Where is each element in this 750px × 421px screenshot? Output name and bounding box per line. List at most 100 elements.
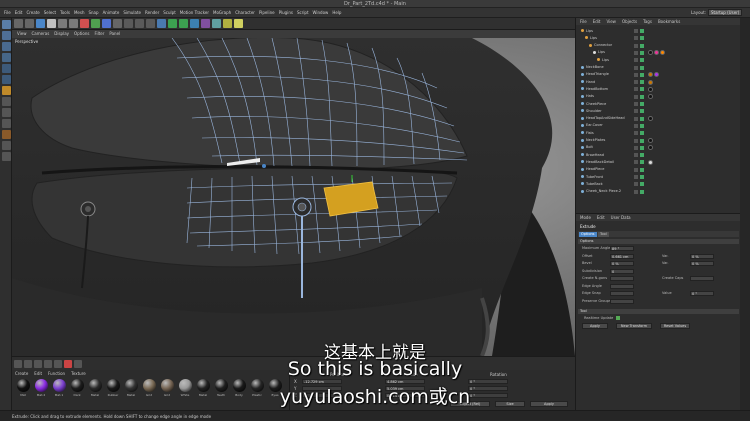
object-row[interactable]: NeckPlates — [576, 138, 741, 144]
axis-icon[interactable] — [1, 97, 11, 106]
enable-toggle[interactable] — [640, 116, 644, 121]
object-row[interactable]: HeadBottom — [576, 86, 741, 92]
menu-tools[interactable]: Tools — [60, 10, 70, 15]
floor-icon[interactable] — [212, 19, 221, 28]
object-row[interactable]: Cheek_Neck Piece.2 — [576, 189, 741, 195]
visibility-toggle[interactable] — [634, 87, 638, 92]
visibility-toggle[interactable] — [634, 109, 638, 114]
edges-mode-icon[interactable] — [1, 75, 11, 84]
menu-pipeline[interactable]: Pipeline — [259, 10, 275, 15]
visibility-toggle[interactable] — [634, 29, 638, 33]
attribute-value-field[interactable]: 0 % — [690, 253, 714, 259]
menu-animate[interactable]: Animate — [103, 10, 120, 15]
object-tag-icon[interactable] — [648, 79, 653, 85]
tweak-icon[interactable] — [1, 108, 11, 117]
undo-icon[interactable] — [14, 19, 23, 28]
enable-toggle[interactable] — [640, 160, 644, 165]
enable-toggle[interactable] — [640, 153, 644, 158]
apply-button[interactable]: Apply — [582, 323, 608, 329]
attribute-menu-user-data[interactable]: User Data — [611, 215, 631, 220]
menu-mograph[interactable]: MoGraph — [213, 10, 231, 15]
attribute-value-field[interactable]: 89 ° — [610, 246, 634, 251]
object-row[interactable]: TubeFront — [576, 174, 741, 180]
menu-edit[interactable]: Edit — [15, 10, 23, 15]
object-row[interactable]: Hats — [576, 94, 741, 100]
visibility-toggle[interactable] — [634, 80, 638, 85]
object-tag-icon[interactable] — [648, 145, 653, 151]
camera-icon[interactable] — [223, 19, 232, 28]
enable-toggle[interactable] — [640, 109, 644, 114]
planar-icon[interactable] — [1, 152, 11, 161]
viewport-menu-view[interactable]: View — [17, 31, 27, 36]
object-tag-icon[interactable] — [660, 50, 665, 56]
object-row[interactable]: Bolt — [576, 145, 741, 151]
enable-toggle[interactable] — [640, 72, 644, 77]
menu-script[interactable]: Script — [297, 10, 309, 15]
visibility-toggle[interactable] — [634, 72, 638, 77]
enable-toggle[interactable] — [640, 131, 644, 136]
object-tag-icon[interactable] — [648, 50, 653, 56]
menu-plugins[interactable]: Plugins — [279, 10, 293, 15]
visibility-toggle[interactable] — [634, 189, 638, 194]
menu-mesh[interactable]: Mesh — [74, 10, 85, 15]
coord-system-icon[interactable] — [113, 19, 122, 28]
visibility-toggle[interactable] — [634, 153, 638, 158]
gizmo-handle[interactable] — [262, 164, 266, 168]
render-settings-icon[interactable] — [146, 19, 155, 28]
viewport[interactable]: Perspective — [12, 38, 575, 356]
object-row[interactable]: Ear.Cover — [576, 123, 741, 129]
workplane-icon[interactable] — [1, 53, 11, 62]
menu-render[interactable]: Render — [145, 10, 159, 15]
enable-toggle[interactable] — [640, 65, 644, 70]
object-menu-edit[interactable]: Edit — [593, 19, 601, 24]
x-axis-icon[interactable] — [80, 19, 89, 28]
object-tag-icon[interactable] — [648, 94, 653, 100]
visibility-toggle[interactable] — [634, 138, 638, 143]
object-row[interactable]: BrowHead — [576, 152, 741, 158]
attribute-value-field[interactable] — [610, 291, 634, 296]
visibility-toggle[interactable] — [634, 160, 638, 165]
visibility-toggle[interactable] — [634, 65, 638, 70]
object-row[interactable]: Lips — [576, 57, 741, 63]
object-row[interactable]: NeckBone — [576, 65, 741, 71]
object-row[interactable]: HeadBackDetail — [576, 159, 741, 165]
enable-toggle[interactable] — [640, 102, 644, 106]
attribute-value-field[interactable]: 0 % — [690, 261, 714, 266]
deformer-icon[interactable] — [201, 19, 210, 28]
snap-icon[interactable] — [1, 119, 11, 128]
y-axis-icon[interactable] — [91, 19, 100, 28]
realtime-update-checkbox[interactable] — [616, 316, 620, 320]
solo-icon[interactable] — [1, 141, 11, 150]
menu-motion-tracker[interactable]: Motion Tracker — [180, 10, 209, 15]
visibility-toggle[interactable] — [634, 50, 638, 55]
tab-tool[interactable]: Tool — [598, 232, 609, 237]
layout-select[interactable]: Startup (User) — [708, 9, 742, 16]
menu-simulate[interactable]: Simulate — [123, 10, 141, 15]
enable-toggle[interactable] — [640, 29, 644, 33]
enable-toggle[interactable] — [640, 175, 644, 179]
polygons-mode-icon[interactable] — [1, 86, 11, 95]
visibility-toggle[interactable] — [634, 123, 638, 128]
model-mode-icon[interactable] — [1, 31, 11, 40]
points-mode-icon[interactable] — [1, 64, 11, 73]
visibility-toggle[interactable] — [634, 175, 638, 179]
object-row[interactable]: HeadTopAndSideHead — [576, 116, 741, 122]
enable-toggle[interactable] — [640, 189, 644, 194]
enable-toggle[interactable] — [640, 94, 644, 99]
object-row[interactable]: Hand — [576, 79, 741, 85]
subdivision-icon[interactable] — [179, 19, 188, 28]
visibility-toggle[interactable] — [634, 102, 638, 106]
enable-toggle[interactable] — [640, 123, 644, 128]
object-menu-tags[interactable]: Tags — [643, 19, 652, 24]
object-tag-icon[interactable] — [648, 86, 653, 92]
array-icon[interactable] — [190, 19, 199, 28]
lock-workplane-icon[interactable] — [1, 130, 11, 139]
attribute-value-field[interactable]: 0.661 cm — [610, 253, 634, 259]
object-menu-view[interactable]: View — [606, 19, 616, 24]
object-tag-icon[interactable] — [648, 72, 653, 78]
visibility-toggle[interactable] — [634, 36, 638, 41]
tab-options[interactable]: Options — [579, 232, 597, 237]
object-tag-icon[interactable] — [648, 138, 653, 143]
rotate-icon[interactable] — [69, 19, 78, 28]
reset-values-button[interactable]: Reset Values — [660, 323, 690, 329]
